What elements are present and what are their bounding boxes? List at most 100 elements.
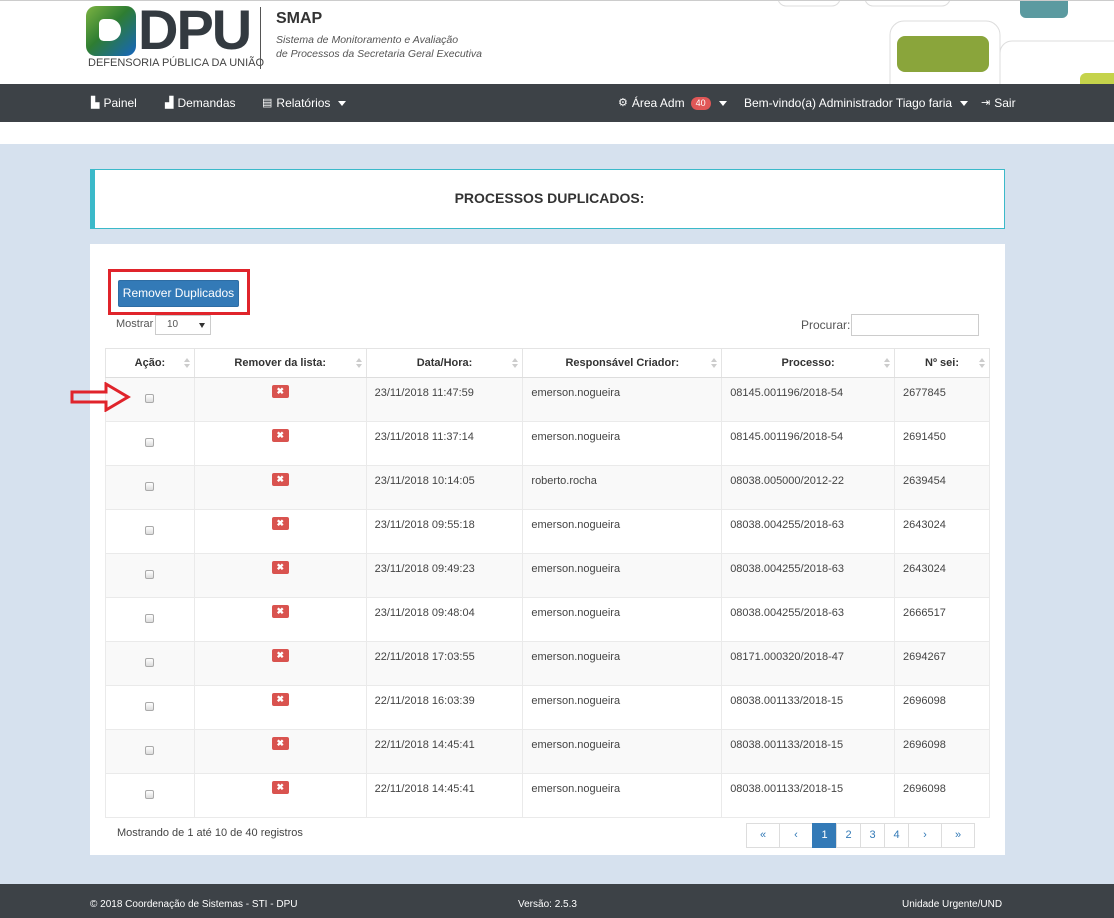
nav-sair-label: Sair [994,96,1016,110]
select-row-checkbox[interactable] [145,702,155,711]
nav-relatorios[interactable]: ▤ Relatórios [262,84,347,122]
chevron-down-icon [960,100,969,106]
action-cell [105,729,195,774]
dpu-logo[interactable]: DPU DEFENSORIA PÚBLICA DA UNIÃO [86,1,264,70]
table-row: ✖ 23/11/2018 09:55:18 emerson.nogueira 0803… [105,509,990,554]
remove-from-list-button[interactable]: ✖ [271,781,289,794]
nav-user-menu[interactable]: Bem-vindo(a) Administrador Tiago faria [744,84,969,122]
remove-from-list-button[interactable]: ✖ [271,429,289,442]
creator-cell: emerson.nogueira [522,641,723,686]
column-header-remover[interactable]: Remover da lista: [193,348,367,378]
notification-badge: 40 [690,96,711,110]
footer-copyright: © 2018 Coordenação de Sistemas - STI - D… [90,899,298,910]
column-header-processo[interactable]: Processo: [721,348,896,378]
pagination-page-2[interactable]: 2 [836,823,861,848]
creator-cell: emerson.nogueira [522,377,723,422]
remove-from-list-button[interactable]: ✖ [271,737,289,750]
nav-painel[interactable]: ▙ Painel [91,84,137,122]
select-row-checkbox[interactable] [145,790,155,799]
table-row: ✖ 22/11/2018 14:45:41 emerson.nogueira 0803… [105,729,990,774]
select-row-checkbox[interactable] [145,438,155,447]
table-body: ✖ 23/11/2018 11:47:59 emerson.nogueira 0814… [105,377,990,818]
creator-cell: emerson.nogueira [522,421,723,466]
datetime-cell: 23/11/2018 11:47:59 [365,377,524,422]
column-header-datahora[interactable]: Data/Hora: [365,348,524,378]
select-row-checkbox[interactable] [145,526,155,535]
nav-sair[interactable]: ⇥ Sair [981,84,1016,122]
creator-cell: emerson.nogueira [522,773,723,818]
process-cell: 08038.004255/2018-63 [721,509,896,554]
pagination-last[interactable]: » [941,823,975,848]
select-row-checkbox[interactable] [145,746,155,755]
action-cell [105,641,195,686]
chevron-down-icon [718,100,727,106]
nav-demandas[interactable]: ▟ Demandas [165,84,236,122]
datetime-cell: 23/11/2018 10:14:05 [365,465,524,510]
remove-cell: ✖ [193,421,367,466]
pagination-page-4[interactable]: 4 [884,823,909,848]
remove-duplicates-button[interactable]: Remover Duplicados [118,280,239,307]
column-header-acao-label: Ação: [134,357,166,369]
pagination-prev[interactable]: ‹ [779,823,813,848]
select-row-checkbox[interactable] [145,570,155,579]
action-cell [105,421,195,466]
remove-from-list-button[interactable]: ✖ [271,561,289,574]
search-input[interactable] [851,314,979,336]
column-header-acao[interactable]: Ação: [105,348,195,378]
process-cell: 08038.001133/2018-15 [721,729,896,774]
action-cell [105,597,195,642]
header-divider [260,7,261,69]
select-row-checkbox[interactable] [145,394,155,403]
sign-out-icon: ⇥ [981,97,991,109]
remove-cell: ✖ [193,553,367,598]
pagination-page-3[interactable]: 3 [860,823,885,848]
remove-from-list-button[interactable]: ✖ [271,385,289,398]
remove-cell: ✖ [193,729,367,774]
action-cell [105,685,195,730]
sort-icon [979,358,985,369]
nav-area-adm[interactable]: ⚙ Área Adm 40 [618,84,727,122]
remove-from-list-button[interactable]: ✖ [271,605,289,618]
datetime-cell: 23/11/2018 11:37:14 [365,421,524,466]
datetime-cell: 23/11/2018 09:55:18 [365,509,524,554]
show-entries-select[interactable]: 10 [155,315,211,335]
remove-from-list-button[interactable]: ✖ [271,649,289,662]
table-header-row: Ação: Remover da lista: Data/Hora: Respo… [105,348,990,378]
search-label: Procurar: [801,318,851,332]
show-entries-label: Mostrar [116,318,154,330]
sort-icon [355,358,362,369]
remove-from-list-button[interactable]: ✖ [271,517,289,530]
sei-cell: 2696098 [894,773,990,818]
table-row: ✖ 23/11/2018 11:37:14 emerson.nogueira 0814… [105,421,990,466]
sei-cell: 2639454 [894,465,990,510]
annotation-arrow [70,382,131,412]
creator-cell: emerson.nogueira [522,509,723,554]
page-title: PROCESSOS DUPLICADOS: [454,190,645,206]
app-description-line-2: de Processos da Secretaria Geral Executi… [276,48,483,60]
process-cell: 08038.001133/2018-15 [721,773,896,818]
pagination-page-1[interactable]: 1 [812,823,837,848]
remove-from-list-button[interactable]: ✖ [271,473,289,486]
remove-from-list-button[interactable]: ✖ [271,693,289,706]
datetime-cell: 22/11/2018 17:03:55 [365,641,524,686]
select-row-checkbox[interactable] [145,482,155,491]
nav-painel-label: Painel [103,96,137,110]
datetime-cell: 22/11/2018 14:45:41 [365,773,524,818]
select-row-checkbox[interactable] [145,614,155,623]
sei-cell: 2694267 [894,641,990,686]
pagination-first[interactable]: « [746,823,780,848]
gear-icon: ⚙ [618,97,628,109]
creator-cell: emerson.nogueira [522,729,723,774]
select-row-checkbox[interactable] [145,658,155,667]
process-cell: 08171.000320/2018-47 [721,641,896,686]
remove-cell: ✖ [193,597,367,642]
process-cell: 08145.001196/2018-54 [721,421,896,466]
column-header-responsavel[interactable]: Responsável Criador: [522,348,723,378]
remove-cell: ✖ [193,773,367,818]
sort-icon [512,358,519,369]
column-header-sei[interactable]: Nº sei: [894,348,990,378]
pagination-next[interactable]: › [908,823,942,848]
chevron-down-icon [338,100,347,106]
nav-area-adm-label: Área Adm [631,96,685,110]
table-row: ✖ 23/11/2018 10:14:05 roberto.rocha 08038.0… [105,465,990,510]
